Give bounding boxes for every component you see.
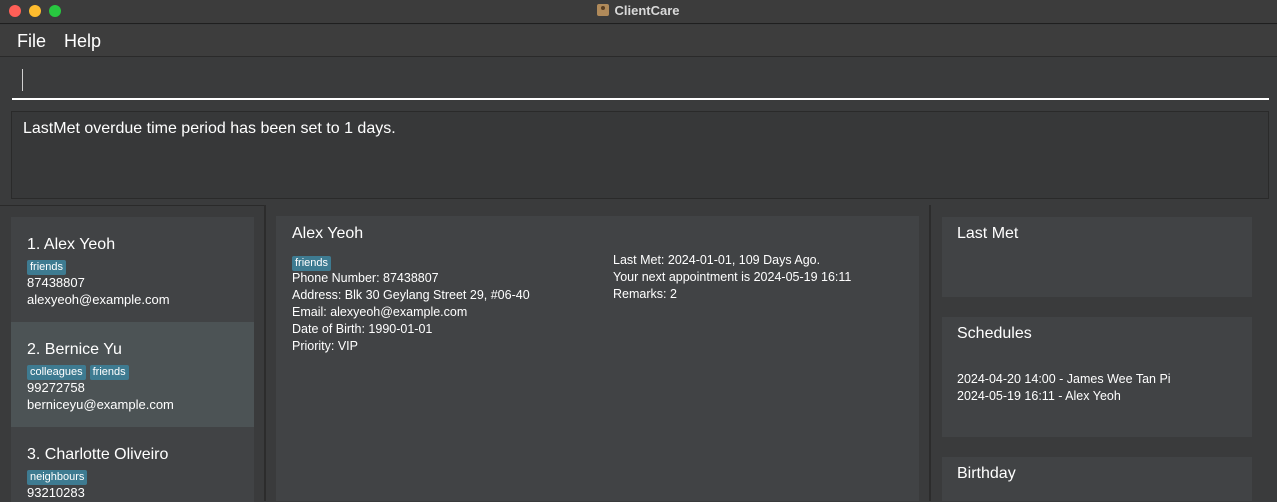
person-name: 2. Bernice Yu <box>27 341 122 358</box>
person-name: 3. Charlotte Oliveiro <box>27 446 169 463</box>
detail-dob: Date of Birth: 1990-01-01 <box>292 322 433 336</box>
window-title-text: ClientCare <box>614 3 680 18</box>
tag-badge: neighbours <box>27 470 88 485</box>
tag-badge: colleagues <box>27 365 86 380</box>
result-message: LastMet overdue time period has been set… <box>23 120 396 137</box>
last-met-title: Last Met <box>957 225 1019 242</box>
detail-next-appointment: Your next appointment is 2024-05-19 16:1… <box>613 270 852 284</box>
person-name: 1. Alex Yeoh <box>27 236 116 253</box>
command-input[interactable] <box>12 66 1269 100</box>
person-card[interactable]: 1. Alex Yeoh friends 87438807 alexyeoh@e… <box>11 217 254 322</box>
tag-badge: friends <box>292 256 332 271</box>
person-card-selected[interactable]: 2. Bernice Yu colleagues friends 99272758… <box>11 322 254 427</box>
schedule-item: 2024-04-20 14:00 - James Wee Tan Pi <box>957 372 1171 386</box>
tag-badge: friends <box>27 260 67 275</box>
panel-divider[interactable] <box>929 205 931 501</box>
last-met-panel: Last Met <box>942 217 1252 297</box>
window-title: ClientCare <box>0 3 1277 18</box>
contact-card-icon <box>597 4 610 16</box>
detail-info: friends Phone Number: 87438807 Address: … <box>292 251 530 355</box>
tag-badge: friends <box>89 365 129 380</box>
person-list-panel[interactable]: 1. Alex Yeoh friends 87438807 alexyeoh@e… <box>0 205 264 502</box>
detail-meeting-info: Last Met: 2024-01-01, 109 Days Ago. Your… <box>613 252 851 303</box>
result-display[interactable]: LastMet overdue time period has been set… <box>11 111 1269 199</box>
person-email: berniceyu@example.com <box>27 397 174 412</box>
detail-remarks: Remarks: 2 <box>613 287 677 301</box>
text-caret <box>22 69 23 91</box>
menu-help[interactable]: Help <box>64 31 101 52</box>
person-email: alexyeoh@example.com <box>27 292 170 307</box>
schedules-title: Schedules <box>957 325 1032 342</box>
tag-list: friends <box>292 253 530 271</box>
detail-phone: Phone Number: 87438807 <box>292 271 439 285</box>
command-box <box>0 58 1277 105</box>
birthday-title: Birthday <box>957 465 1016 482</box>
menu-file[interactable]: File <box>17 31 46 52</box>
tag-list: neighbours <box>27 467 254 485</box>
schedules-panel: Schedules 2024-04-20 14:00 - James Wee T… <box>942 317 1252 437</box>
detail-priority: Priority: VIP <box>292 339 358 353</box>
schedule-item: 2024-05-19 16:11 - Alex Yeoh <box>957 389 1121 403</box>
menu-bar: File Help <box>0 25 1277 57</box>
detail-name: Alex Yeoh <box>292 225 364 242</box>
detail-last-met: Last Met: 2024-01-01, 109 Days Ago. <box>613 253 821 267</box>
person-phone: 87438807 <box>27 275 85 290</box>
schedule-list: 2024-04-20 14:00 - James Wee Tan Pi 2024… <box>957 371 1237 405</box>
person-detail-panel: Alex Yeoh friends Phone Number: 87438807… <box>276 216 919 501</box>
title-bar: ClientCare <box>0 0 1277 24</box>
person-card[interactable]: 3. Charlotte Oliveiro neighbours 9321028… <box>11 427 254 502</box>
detail-email: Email: alexyeoh@example.com <box>292 305 468 319</box>
person-phone: 99272758 <box>27 380 85 395</box>
detail-address: Address: Blk 30 Geylang Street 29, #06-4… <box>292 288 530 302</box>
person-phone: 93210283 <box>27 485 85 500</box>
panel-divider[interactable] <box>264 205 266 501</box>
birthday-panel: Birthday <box>942 457 1252 501</box>
tag-list: colleagues friends <box>27 362 254 380</box>
tag-list: friends <box>27 257 254 275</box>
